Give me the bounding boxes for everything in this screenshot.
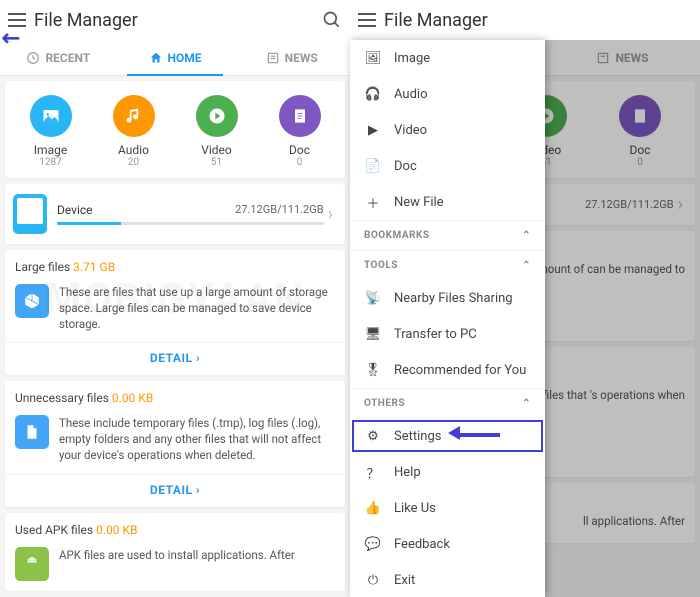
image-icon: 🖼: [364, 49, 382, 67]
app-title: File Manager: [34, 10, 138, 31]
category-video[interactable]: Video 51: [182, 95, 252, 168]
drawer-item-video[interactable]: ▶Video: [350, 112, 545, 148]
apk-desc: APK files are used to install applicatio…: [59, 547, 295, 581]
like-icon: 👍: [364, 499, 382, 517]
search-icon[interactable]: [322, 10, 342, 30]
category-image[interactable]: Image 1287: [16, 95, 86, 168]
news-icon: [266, 51, 280, 65]
device-label: Device: [57, 203, 93, 217]
large-files-detail[interactable]: DETAIL ›: [5, 342, 345, 375]
exit-icon: ⏻: [364, 571, 382, 589]
unnecessary-detail[interactable]: DETAIL ›: [5, 474, 345, 507]
drawer-item-newfile[interactable]: ＋New File: [350, 184, 545, 220]
drawer-item-image[interactable]: 🖼Image: [350, 40, 545, 76]
chevron-up-icon: ⌃: [522, 230, 531, 241]
category-audio[interactable]: Audio 20: [99, 95, 169, 168]
doc-icon: 📄: [364, 157, 382, 175]
help-icon: ？: [364, 463, 382, 481]
tab-news[interactable]: NEWS: [233, 40, 350, 75]
newfile-icon: ＋: [364, 193, 382, 211]
nav-drawer: 🖼Image 🎧Audio ▶Video 📄Doc ＋New File BOOK…: [350, 40, 545, 597]
music-icon: [124, 106, 144, 126]
clock-icon: [26, 51, 40, 65]
drawer-item-doc[interactable]: 📄Doc: [350, 148, 545, 184]
apk-files-card: Used APK files 0.00 KB APK files are use…: [5, 513, 345, 591]
home-scroll[interactable]: Image 1287 Audio 20 Video 51: [0, 76, 350, 597]
app-header: File Manager: [0, 0, 350, 40]
device-icon: [13, 194, 47, 234]
drawer-item-exit[interactable]: ⏻Exit: [350, 562, 545, 597]
hamburger-icon[interactable]: [358, 13, 376, 27]
device-storage-row[interactable]: Device 27.12GB/111.2GB ›: [5, 184, 345, 244]
tab-bar: RECENT HOME NEWS: [0, 40, 350, 76]
chevron-up-icon: ⌃: [522, 398, 531, 409]
category-doc[interactable]: Doc 0: [265, 95, 335, 168]
gear-icon: ⚙: [364, 427, 382, 445]
unnecessary-files-card: Unnecessary files 0.00 KB These include …: [5, 381, 345, 506]
large-files-size: 3.71 GB: [73, 260, 115, 274]
app-header-right: File Manager: [350, 0, 700, 40]
drawer-item-recommended[interactable]: 🎖Recommended for You: [350, 352, 545, 388]
broadcast-icon: 📡: [364, 289, 382, 307]
android-icon: [15, 547, 49, 581]
ribbon-icon: 🎖: [364, 361, 382, 379]
unnecessary-desc: These include temporary files (.tmp), lo…: [59, 415, 335, 463]
chevron-right-icon: ›: [324, 204, 337, 225]
left-screenshot: File Manager RECENT HOME NEWS: [0, 0, 350, 597]
play-icon: [207, 106, 227, 126]
drawer-section-bookmarks[interactable]: BOOKMARKS⌃: [350, 220, 545, 250]
headphones-icon: 🎧: [364, 85, 382, 103]
drawer-item-audio[interactable]: 🎧Audio: [350, 76, 545, 112]
drawer-item-nearby[interactable]: 📡Nearby Files Sharing: [350, 280, 545, 316]
drawer-section-tools[interactable]: TOOLS⌃: [350, 250, 545, 280]
unnecessary-size: 0.00 KB: [112, 391, 153, 405]
doc-icon: [290, 106, 310, 126]
feedback-icon: 💬: [364, 535, 382, 553]
drawer-section-others[interactable]: OTHERS⌃: [350, 388, 545, 418]
annotation-arrow-settings: [448, 422, 500, 441]
right-screenshot: NEWS Video 51 Doc 0: [350, 0, 700, 597]
file-icon: [15, 415, 49, 449]
home-icon: [149, 51, 163, 65]
apk-size: 0.00 KB: [96, 523, 137, 537]
cube-icon: [15, 284, 49, 318]
image-icon: [41, 106, 61, 126]
large-files-card: Large files 3.71 GB These are files that…: [5, 250, 345, 375]
tab-home[interactable]: HOME: [117, 40, 234, 75]
app-title: File Manager: [384, 10, 488, 31]
large-files-desc: These are files that use up a large amou…: [59, 284, 335, 332]
drawer-item-transfer[interactable]: 🖥Transfer to PC: [350, 316, 545, 352]
pc-icon: 🖥: [364, 325, 382, 343]
device-size: 27.12GB/111.2GB: [235, 203, 324, 217]
category-row: Image 1287 Audio 20 Video 51: [5, 81, 345, 178]
drawer-item-likeus[interactable]: 👍Like Us: [350, 490, 545, 526]
storage-progress: [57, 222, 324, 225]
chevron-up-icon: ⌃: [522, 260, 531, 271]
drawer-item-feedback[interactable]: 💬Feedback: [350, 526, 545, 562]
play-icon: ▶: [364, 121, 382, 139]
drawer-item-help[interactable]: ？Help: [350, 454, 545, 490]
